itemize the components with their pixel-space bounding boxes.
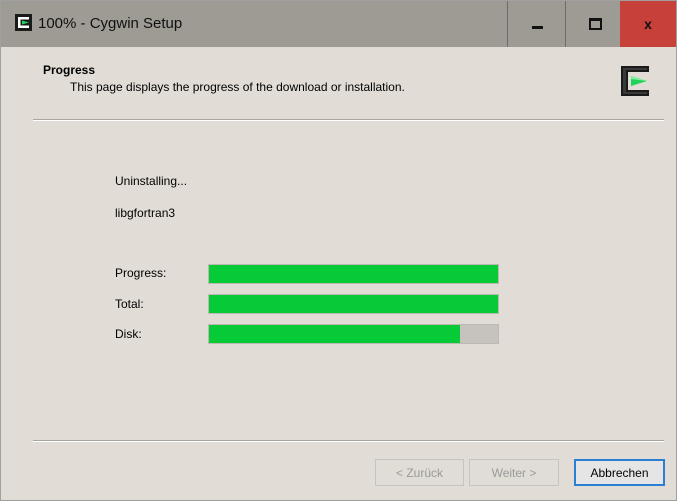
disk-bar [208, 324, 499, 344]
page-title: Progress [43, 63, 96, 77]
window-title: 100% - Cygwin Setup [38, 15, 183, 32]
maximize-icon [588, 18, 602, 30]
minimize-button[interactable] [507, 1, 566, 47]
total-bar [208, 294, 499, 314]
disk-bar-fill [209, 325, 461, 343]
footer-separator [33, 440, 664, 442]
next-button[interactable]: Weiter > [469, 459, 559, 486]
minimize-icon [531, 25, 543, 29]
maximize-button[interactable] [565, 1, 625, 47]
close-button[interactable]: x [620, 1, 676, 47]
progress-bar [208, 264, 499, 284]
back-button[interactable]: < Zurück [375, 459, 464, 486]
cygwin-logo-icon [15, 14, 32, 31]
total-bar-fill [209, 295, 498, 313]
page-subtitle: This page displays the progress of the d… [70, 80, 405, 94]
status-package: libgfortran3 [115, 206, 176, 220]
progress-label: Progress: [115, 266, 167, 280]
total-label: Total: [115, 297, 144, 311]
title-bar[interactable]: 100% - Cygwin Setup x [1, 1, 676, 47]
header-separator [33, 119, 664, 121]
progress-bar-fill [209, 265, 498, 283]
status-action: Uninstalling... [115, 174, 188, 188]
close-icon: x [644, 16, 652, 32]
page-header: Progress This page displays the progress… [1, 47, 676, 119]
disk-label: Disk: [115, 327, 142, 341]
cygwin-setup-window: 100% - Cygwin Setup x Progress This page… [0, 0, 677, 501]
cygwin-logo-icon [621, 66, 649, 96]
cancel-button[interactable]: Abbrechen [574, 459, 665, 486]
